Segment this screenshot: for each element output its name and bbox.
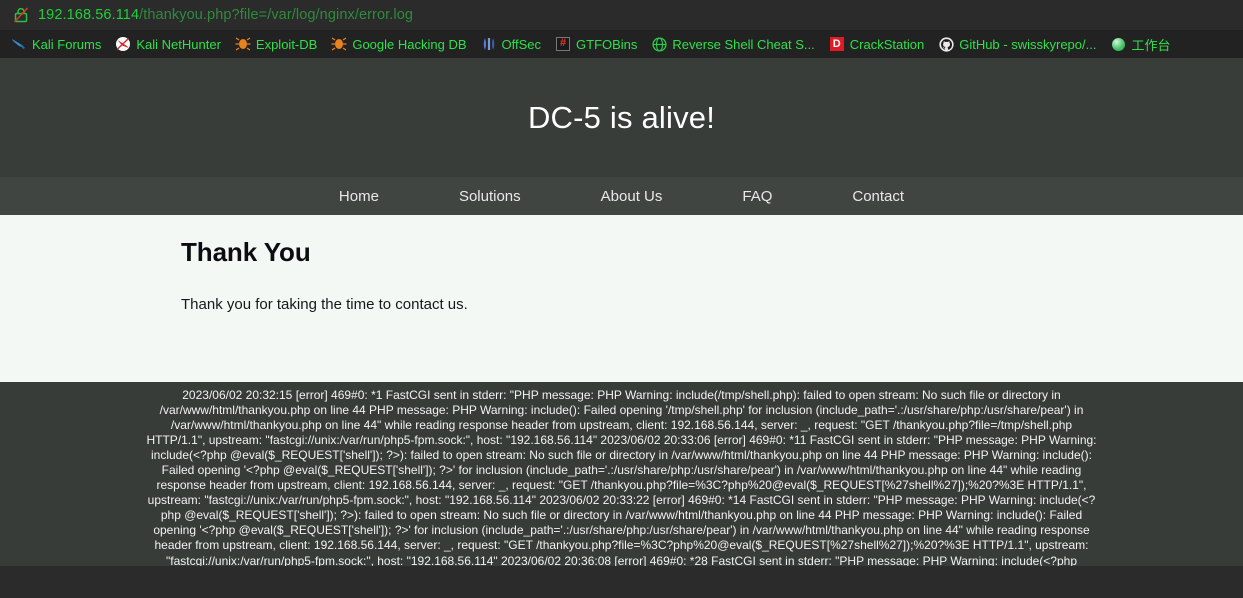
bookmark-label: CrackStation (849, 36, 925, 52)
desktop-icon (1110, 36, 1126, 52)
bookmark-label: Kali NetHunter (136, 36, 221, 52)
bookmark-label: OffSec (501, 36, 542, 52)
main-content: Thank You Thank you for taking the time … (0, 215, 1243, 382)
url-path: /thankyou.php?file=/var/log/nginx/error.… (139, 7, 414, 23)
page-title: DC-5 is alive! (527, 99, 716, 135)
bookmark-crackstation[interactable]: D CrackStation (822, 32, 931, 56)
bookmark-label: Exploit-DB (255, 36, 318, 52)
exploit-db-icon (235, 36, 251, 52)
bookmark-label: GTFOBins (576, 36, 638, 52)
github-icon (938, 36, 954, 52)
google-hacking-db-icon (331, 36, 347, 52)
content-paragraph: Thank you for taking the time to contact… (181, 296, 468, 313)
bookmark-google-hacking-db[interactable]: Google Hacking DB (324, 32, 473, 56)
site-navigation: Home Solutions About Us FAQ Contact (0, 177, 1243, 215)
url-host: 192.168.56.114 (38, 7, 140, 23)
page-viewport: DC-5 is alive! Home Solutions About Us F… (0, 58, 1243, 566)
nginx-error-log-panel: 2023/06/02 20:32:15 [error] 469#0: *1 Fa… (0, 382, 1243, 566)
nav-item-contact[interactable]: Contact (812, 188, 944, 205)
bookmark-gtfobins[interactable]: # GTFOBins (548, 32, 644, 56)
crackstation-icon: D (829, 36, 845, 52)
nav-item-about-us[interactable]: About Us (561, 188, 703, 205)
nginx-error-log-text: 2023/06/02 20:32:15 [error] 469#0: *1 Fa… (146, 388, 1097, 566)
bookmark-label: GitHub - swisskyrepo/... (959, 36, 1097, 52)
bookmark-kali-forums[interactable]: Kali Forums (4, 32, 108, 56)
content-heading: Thank You (181, 237, 311, 267)
browser-chrome: 192.168.56.114/thankyou.php?file=/var/lo… (0, 0, 1243, 58)
bookmark-label: Reverse Shell Cheat S... (672, 36, 815, 52)
content-inner: Thank You Thank you for taking the time … (0, 237, 1243, 313)
bookmark-kali-nethunter[interactable]: Kali NetHunter (108, 32, 228, 56)
kali-nethunter-icon (115, 36, 131, 52)
bookmark-label: 工作台 (1131, 37, 1171, 53)
kali-dragon-icon (11, 36, 27, 52)
bookmark-desktop[interactable]: 工作台 (1103, 32, 1177, 56)
bookmark-reverse-shell-cheat-sheet[interactable]: Reverse Shell Cheat S... (644, 32, 821, 56)
bookmark-label: Google Hacking DB (352, 36, 467, 52)
gtfobins-icon: # (555, 36, 571, 52)
site-header: DC-5 is alive! (0, 58, 1243, 177)
url-bar[interactable]: 192.168.56.114/thankyou.php?file=/var/lo… (0, 0, 1243, 30)
nav-item-faq[interactable]: FAQ (702, 188, 812, 205)
insecure-lock-crossed-icon[interactable] (12, 6, 30, 24)
bookmark-offsec[interactable]: OffSec (474, 32, 549, 56)
url-address-text[interactable]: 192.168.56.114/thankyou.php?file=/var/lo… (38, 7, 413, 23)
bookmarks-bar: Kali Forums Kali NetHunter Exploit-DB Go… (0, 30, 1243, 58)
nav-item-solutions[interactable]: Solutions (419, 188, 561, 205)
bookmark-exploit-db[interactable]: Exploit-DB (228, 32, 324, 56)
bookmark-label: Kali Forums (32, 36, 102, 52)
offsec-icon (481, 36, 497, 52)
bookmark-github-swisskyrepo[interactable]: GitHub - swisskyrepo/... (931, 32, 1103, 56)
nav-item-home[interactable]: Home (299, 188, 419, 205)
globe-icon (651, 36, 667, 52)
